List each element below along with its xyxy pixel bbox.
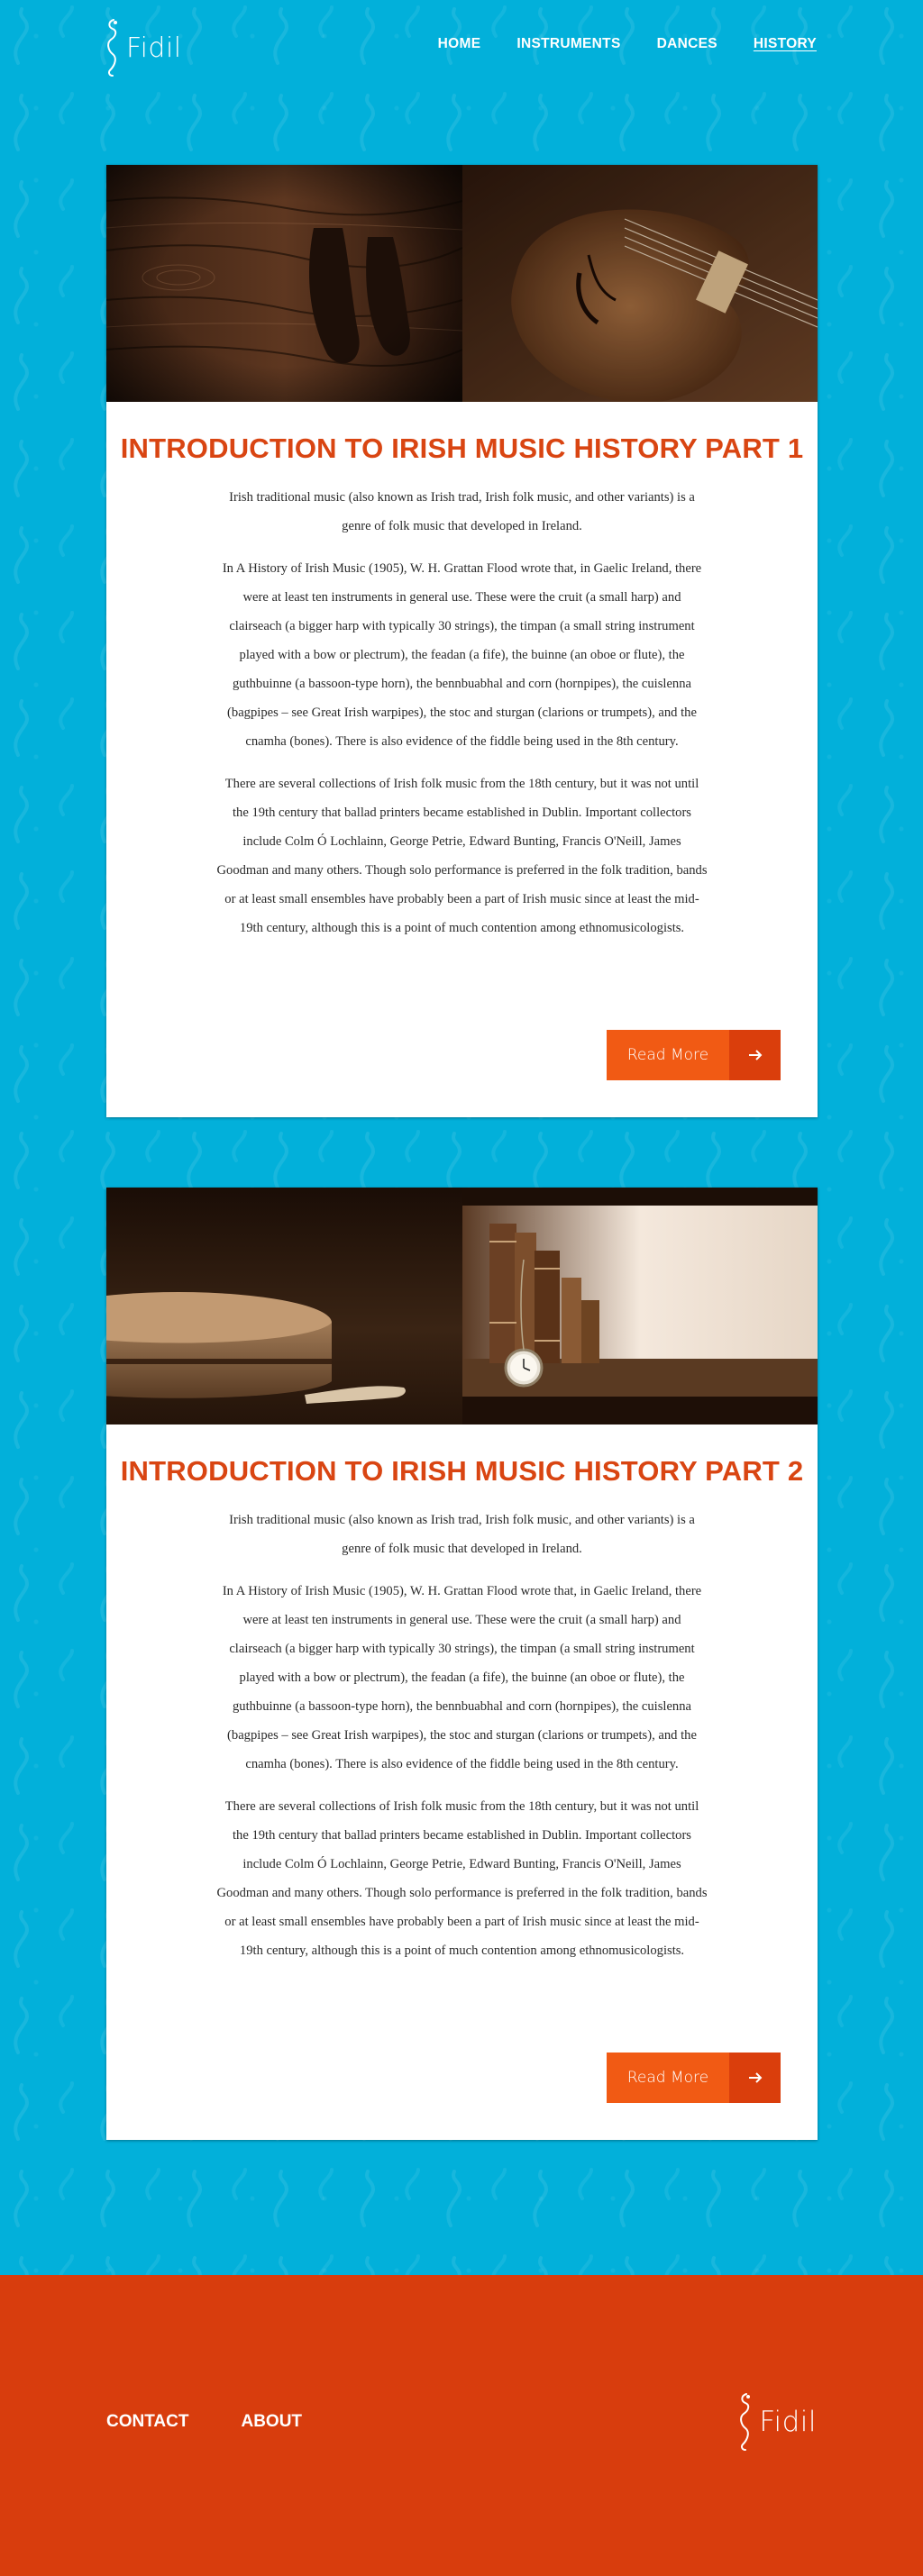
- article-paragraph: Irish traditional music (also known as I…: [229, 490, 695, 533]
- nav-home[interactable]: HOME: [438, 36, 481, 52]
- article-paragraph: Irish traditional music (also known as I…: [229, 1513, 695, 1556]
- bodhran-drum-image: [106, 1188, 462, 1425]
- main-nav: HOME INSTRUMENTS DANCES HISTORY: [438, 36, 817, 52]
- article-paragraph: In A History of Irish Music (1905), W. H…: [222, 561, 702, 749]
- article-hero-images: [106, 1188, 818, 1425]
- violin-image: [462, 165, 818, 402]
- site-footer: CONTACT ABOUT Fidil: [0, 2275, 923, 2576]
- read-more-label: Read More: [607, 2053, 729, 2103]
- nav-instruments[interactable]: INSTRUMENTS: [516, 36, 620, 52]
- footer-nav: CONTACT ABOUT: [106, 2412, 302, 2432]
- article-hero-images: [106, 165, 818, 402]
- article-card: INTRODUCTION TO IRISH MUSIC HISTORY PART…: [106, 165, 818, 1117]
- fiddle-scroll-icon: [107, 19, 117, 77]
- article-title: INTRODUCTION TO IRISH MUSIC HISTORY PART…: [120, 1455, 804, 1487]
- article-paragraph: There are several collections of Irish f…: [216, 1799, 708, 1958]
- footer-link-contact[interactable]: CONTACT: [106, 2412, 188, 2432]
- fiddle-scroll-icon: [740, 2393, 751, 2451]
- read-more-button[interactable]: Read More: [607, 2053, 781, 2103]
- footer-logo[interactable]: Fidil: [737, 2392, 817, 2452]
- read-more-button[interactable]: Read More: [607, 1030, 781, 1080]
- article-title: INTRODUCTION TO IRISH MUSIC HISTORY PART…: [120, 432, 804, 464]
- arrow-right-icon: [729, 1030, 781, 1080]
- logo[interactable]: Fidil: [105, 16, 182, 79]
- footer-logo-text: Fidil: [759, 2406, 817, 2438]
- footer-link-about[interactable]: ABOUT: [241, 2412, 302, 2432]
- article-paragraph: In A History of Irish Music (1905), W. H…: [222, 1584, 702, 1771]
- books-and-watch-image: [462, 1188, 818, 1425]
- read-more-label: Read More: [607, 1030, 729, 1080]
- nav-history[interactable]: HISTORY: [754, 36, 817, 52]
- article-paragraph: There are several collections of Irish f…: [216, 777, 708, 935]
- article-body: Irish traditional music (also known as I…: [216, 1506, 708, 1965]
- logo-text: Fidil: [126, 32, 182, 64]
- arrow-right-icon: [729, 2053, 781, 2103]
- page: Fidil HOME INSTRUMENTS DANCES HISTORY IN…: [0, 0, 923, 2576]
- dance-shoes-image: [106, 165, 462, 402]
- article-card: INTRODUCTION TO IRISH MUSIC HISTORY PART…: [106, 1188, 818, 2140]
- article-body: Irish traditional music (also known as I…: [216, 483, 708, 942]
- site-header: Fidil HOME INSTRUMENTS DANCES HISTORY: [0, 0, 923, 99]
- nav-dances[interactable]: DANCES: [657, 36, 717, 52]
